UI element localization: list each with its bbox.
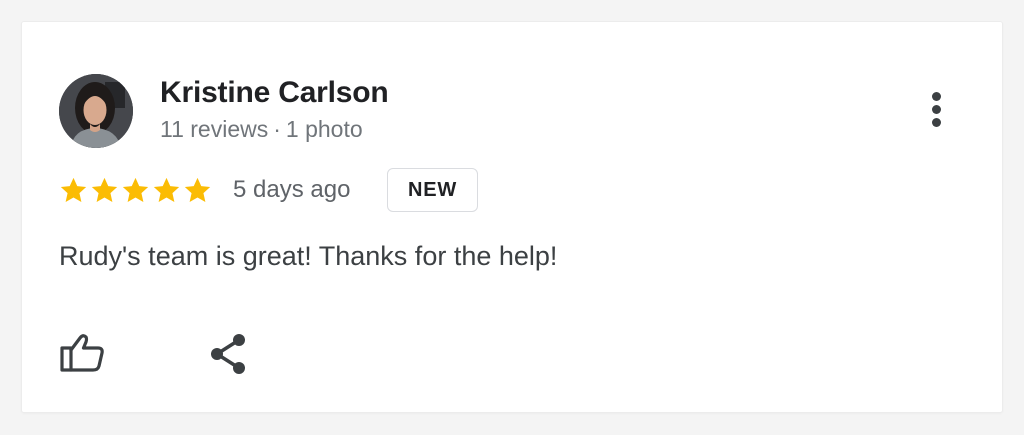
- like-button[interactable]: [58, 330, 108, 376]
- thumb-up-icon: [60, 334, 104, 372]
- avatar[interactable]: [59, 74, 133, 148]
- new-badge: NEW: [387, 168, 478, 212]
- photos-count: 1 photo: [285, 116, 363, 142]
- star-icon: [60, 177, 87, 202]
- more-options-button[interactable]: [920, 88, 954, 130]
- star-icon: [91, 177, 118, 202]
- reviews-count: 11 reviews: [160, 116, 269, 142]
- review-date: 5 days ago: [233, 176, 351, 203]
- star-icon: [122, 177, 149, 202]
- author-meta: 11 reviews · 1 photo: [160, 116, 363, 143]
- star-icon: [184, 177, 211, 202]
- avatar-photo: [59, 74, 133, 148]
- author-name[interactable]: Kristine Carlson: [160, 76, 389, 110]
- share-button[interactable]: [208, 332, 250, 376]
- share-icon: [211, 334, 245, 374]
- review-card: Kristine Carlson 11 reviews · 1 photo 5 da…: [22, 22, 1002, 412]
- meta-separator: ·: [273, 116, 281, 142]
- star-rating: [58, 172, 213, 208]
- review-text: Rudy's team is great! Thanks for the hel…: [59, 241, 558, 271]
- star-icon: [153, 177, 180, 202]
